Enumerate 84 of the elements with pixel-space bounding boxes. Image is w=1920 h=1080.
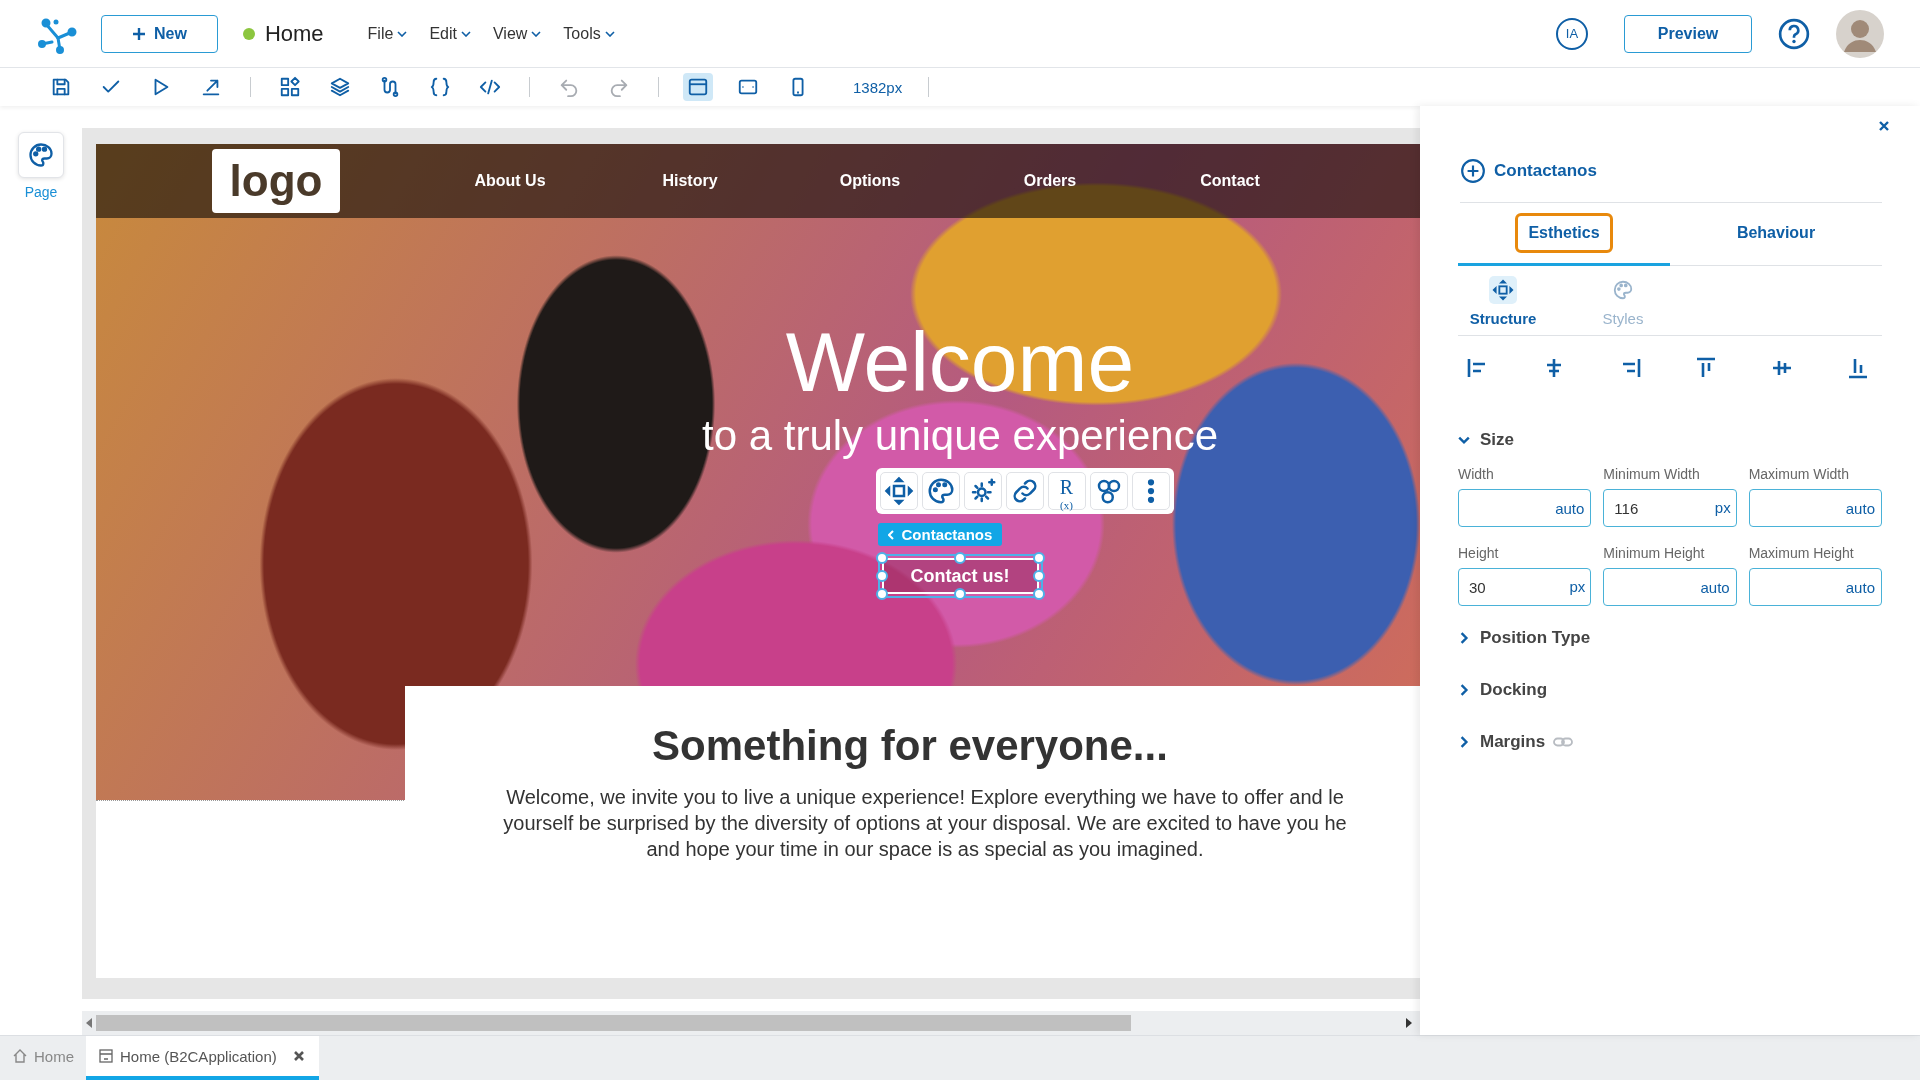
unit-label: px [1569,578,1586,595]
field-label: Minimum Width [1603,466,1701,482]
components-icon[interactable] [279,76,301,98]
menu-item[interactable]: Tools [563,24,615,43]
document-tab[interactable]: Home (B2CApplication) [86,1036,319,1080]
ia-button[interactable]: IA [1556,17,1588,50]
resize-handle[interactable] [1032,570,1045,582]
section-title: Something for everyone... [651,722,1169,770]
align-top-icon[interactable] [1694,356,1718,380]
palette-icon[interactable] [921,472,960,510]
preview-button[interactable]: Preview [1624,14,1752,53]
more-icon[interactable] [1131,472,1170,510]
page-icon [98,1048,114,1064]
section-header[interactable]: Size [1458,430,1515,450]
resize-handle[interactable] [954,588,966,600]
chevron-left-icon [887,530,894,540]
menu-item[interactable]: View [492,24,542,43]
close-tab-icon[interactable] [292,1050,305,1062]
resize-handle[interactable] [875,552,888,564]
panel-subtab[interactable]: Structure [1458,276,1548,327]
hero-title: Welcome [785,314,1135,410]
section-header[interactable]: Margins [1458,732,1546,752]
desktop-icon [687,76,709,98]
chevron-down-icon [1458,434,1470,446]
size-input[interactable]: auto [1603,568,1737,606]
width-readout: 1382px [853,78,903,96]
field-label: Maximum Height [1748,545,1855,561]
help-icon[interactable] [1778,17,1810,50]
menu-item[interactable]: Edit [429,24,471,43]
close-icon[interactable] [1878,120,1890,132]
section-header[interactable]: Docking [1458,680,1548,700]
home-icon [12,1048,28,1064]
new-button[interactable]: New [101,14,218,53]
field-label: Minimum Height [1603,545,1706,561]
chevron-down-icon [397,30,408,37]
flow-icon[interactable] [379,76,401,98]
resize-handle[interactable] [954,552,966,564]
move-icon[interactable] [879,472,918,510]
contact-button[interactable]: Contact us! [881,558,1039,594]
resize-handle[interactable] [1032,588,1045,600]
unit-label: px [1714,499,1731,516]
add-circle-icon[interactable] [1460,158,1486,184]
tab-label: Home [34,1047,74,1065]
field-label: Width [1458,466,1495,482]
palette-icon [1612,279,1634,301]
horizontal-scrollbar[interactable] [82,1011,1420,1035]
panel-tab[interactable]: Behaviour [1670,203,1882,266]
section-header[interactable]: Position Type [1458,628,1591,648]
tab-label: Home (B2CApplication) [120,1047,277,1065]
palette-icon [27,141,55,169]
panel-title: Contactanos [1494,161,1597,181]
field-label: Maximum Width [1748,466,1850,482]
chevron-down-icon [460,30,471,37]
user-avatar[interactable] [1836,9,1884,58]
size-input[interactable]: auto [1458,489,1592,527]
align-bottom-icon[interactable] [1846,356,1870,380]
size-input[interactable]: auto [1748,568,1882,606]
size-input[interactable]: auto [1748,489,1882,527]
link-icon[interactable] [1005,472,1044,510]
move-icon [1492,279,1514,301]
field-label: Height [1458,545,1500,561]
resize-handle[interactable] [875,570,888,582]
layers-icon[interactable] [329,76,351,98]
page-button[interactable] [18,132,64,178]
braces-icon[interactable] [429,76,451,98]
page-title: Home [264,20,324,47]
chevron-right-icon [1458,736,1470,748]
menu-item[interactable]: File [367,24,408,43]
plus-icon [132,26,146,41]
status-dot-icon [242,27,255,40]
gear-sparkle-icon[interactable] [963,472,1002,510]
resize-handle[interactable] [875,588,888,600]
desktop-view-button[interactable] [683,73,713,101]
save-icon[interactable] [50,76,72,98]
circles-icon[interactable] [1089,472,1128,510]
panel-tab[interactable]: Esthetics [1458,203,1670,266]
chevron-right-icon [1458,632,1470,644]
chevron-down-icon [604,30,615,37]
section-paragraph: Welcome, we invite you to live a unique experience! Explore everything we have to offer and le yourself be surprised by the diversity of options at your disposal. We are excited to have you he and hope your time in our space is as special as you imagined. [502,785,1348,862]
chevron-right-icon [1458,684,1470,696]
resize-handle[interactable] [1032,552,1045,564]
site-logo: logo [212,149,340,213]
page-button-label[interactable]: Page [24,184,58,200]
chevron-down-icon [531,30,542,37]
